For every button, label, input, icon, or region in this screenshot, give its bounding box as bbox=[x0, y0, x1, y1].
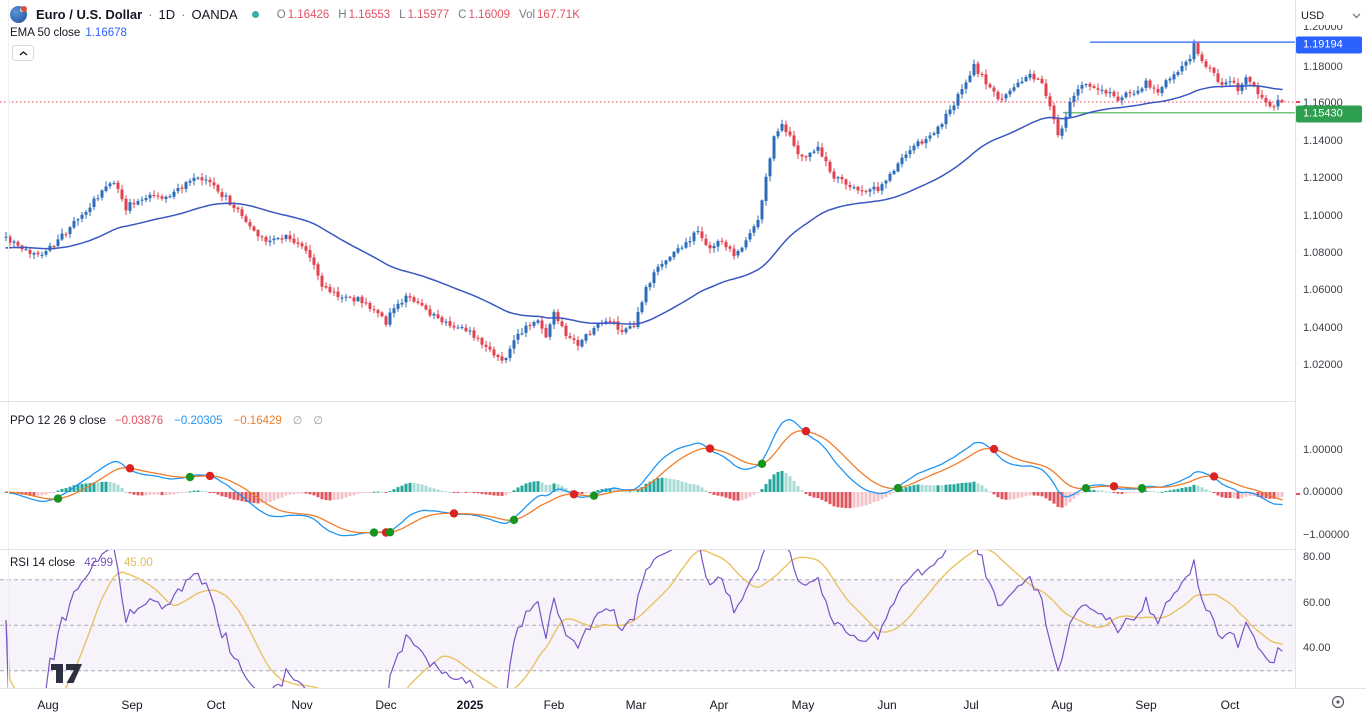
target-icon bbox=[1330, 694, 1346, 710]
time-axis-label: May bbox=[792, 698, 815, 712]
symbol-header[interactable]: Euro / U.S. Dollar · 1D · OANDA O1.16426… bbox=[10, 6, 580, 23]
time-axis-label: Mar bbox=[626, 698, 647, 712]
ppo-axis-label: 1.00000 bbox=[1303, 444, 1343, 456]
chevron-up-icon bbox=[19, 51, 28, 56]
open-label: O bbox=[277, 9, 286, 21]
symbol-logo-icon bbox=[10, 6, 27, 23]
symbol-title: Euro / U.S. Dollar bbox=[36, 7, 142, 22]
price-axis-label: 1.08000 bbox=[1303, 247, 1343, 259]
ema-value: 1.16678 bbox=[85, 27, 127, 39]
price-axis-label: 1.18000 bbox=[1303, 61, 1343, 73]
price-axis-label: 1.06000 bbox=[1303, 284, 1343, 296]
open-value: 1.16426 bbox=[288, 9, 330, 21]
tradingview-logo bbox=[44, 664, 90, 688]
ppo-label: PPO 12 26 9 close bbox=[10, 415, 106, 427]
rsi-value: 42.99 bbox=[84, 557, 113, 569]
time-axis-label: Nov bbox=[291, 698, 312, 712]
time-axis-label: Aug bbox=[37, 698, 58, 712]
low-label: L bbox=[399, 9, 405, 21]
currency-label: USD bbox=[1301, 10, 1324, 22]
scroll-to-latest-button[interactable] bbox=[1329, 694, 1347, 712]
ppo-hist-value: −0.03876 bbox=[115, 415, 163, 427]
tradingview-chart-window: Euro / U.S. Dollar · 1D · OANDA O1.16426… bbox=[0, 0, 1366, 719]
time-axis-label: Oct bbox=[1221, 698, 1240, 712]
time-axis-label: Dec bbox=[375, 698, 396, 712]
time-axis-label: Apr bbox=[710, 698, 729, 712]
last-price-tick bbox=[1296, 101, 1300, 103]
ppo-axis-label: 0.00000 bbox=[1303, 486, 1343, 498]
high-value: 1.16553 bbox=[349, 9, 391, 21]
ema-legend[interactable]: EMA 50 close 1.16678 bbox=[10, 27, 127, 39]
close-label: C bbox=[458, 9, 466, 21]
pane-divider[interactable] bbox=[0, 401, 1366, 402]
price-axis-label: 1.12000 bbox=[1303, 172, 1343, 184]
mute-icon[interactable]: ∅ bbox=[293, 414, 303, 427]
time-axis-label: Jun bbox=[877, 698, 896, 712]
time-axis-label: Sep bbox=[1135, 698, 1156, 712]
time-axis-label: Jul bbox=[963, 698, 978, 712]
price-axis-label: 1.10000 bbox=[1303, 210, 1343, 222]
price-chart-canvas[interactable] bbox=[0, 0, 1295, 688]
currency-select[interactable]: USD bbox=[1301, 7, 1361, 25]
time-axis-label: Sep bbox=[121, 698, 142, 712]
interval-label[interactable]: 1D bbox=[159, 7, 176, 22]
ppo-legend[interactable]: PPO 12 26 9 close −0.03876 −0.20305 −0.1… bbox=[10, 414, 323, 427]
price-axis[interactable]: 1.200001.180001.160001.140001.120001.100… bbox=[1296, 0, 1366, 688]
time-axis-label: Feb bbox=[544, 698, 565, 712]
ppo-axis-label: −1.00000 bbox=[1303, 529, 1349, 541]
separator: · bbox=[148, 7, 152, 22]
price-axis-label: 1.14000 bbox=[1303, 135, 1343, 147]
pane-divider[interactable] bbox=[0, 549, 1366, 550]
chevron-down-icon bbox=[1352, 13, 1361, 19]
time-axis-label: 2025 bbox=[457, 698, 484, 712]
time-axis[interactable]: Aug Sep Oct Nov Dec 2025 Feb Mar Apr May Jun Jul Aug… bbox=[0, 689, 1366, 719]
price-axis-label: 1.04000 bbox=[1303, 322, 1343, 334]
low-value: 1.15977 bbox=[408, 9, 450, 21]
volume-label: Vol bbox=[519, 9, 535, 21]
ema-label: EMA 50 close bbox=[10, 27, 80, 39]
time-axis-label: Aug bbox=[1051, 698, 1072, 712]
pane-left-edge bbox=[8, 0, 9, 688]
volume-value: 167.71K bbox=[537, 9, 580, 21]
support-price-tag: 1.15430 bbox=[1296, 106, 1362, 123]
price-axis-label: 1.02000 bbox=[1303, 359, 1343, 371]
collapse-legend-button[interactable] bbox=[12, 45, 34, 61]
rsi-axis-label: 80.00 bbox=[1303, 551, 1331, 563]
separator: · bbox=[181, 7, 185, 22]
ppo-line-value: −0.20305 bbox=[174, 415, 222, 427]
market-status-icon[interactable] bbox=[252, 11, 259, 18]
rsi-legend[interactable]: RSI 14 close 42.99 45.00 bbox=[10, 557, 153, 569]
resistance-price-tag: 1.19194 bbox=[1296, 37, 1362, 54]
high-label: H bbox=[338, 9, 346, 21]
exchange-label: OANDA bbox=[192, 7, 238, 22]
rsi-axis-label: 40.00 bbox=[1303, 642, 1331, 654]
ohlc-readout: O1.16426 H1.16553 L1.15977 C1.16009 Vol1… bbox=[270, 9, 580, 21]
close-value: 1.16009 bbox=[468, 9, 510, 21]
rsi-axis-label: 60.00 bbox=[1303, 597, 1331, 609]
mute-icon[interactable]: ∅ bbox=[313, 414, 323, 427]
ppo-signal-value: −0.16429 bbox=[234, 415, 282, 427]
rsi-label: RSI 14 close bbox=[10, 557, 75, 569]
time-axis-label: Oct bbox=[207, 698, 226, 712]
ppo-last-tick bbox=[1296, 493, 1300, 495]
rsi-ma-value: 45.00 bbox=[124, 557, 153, 569]
